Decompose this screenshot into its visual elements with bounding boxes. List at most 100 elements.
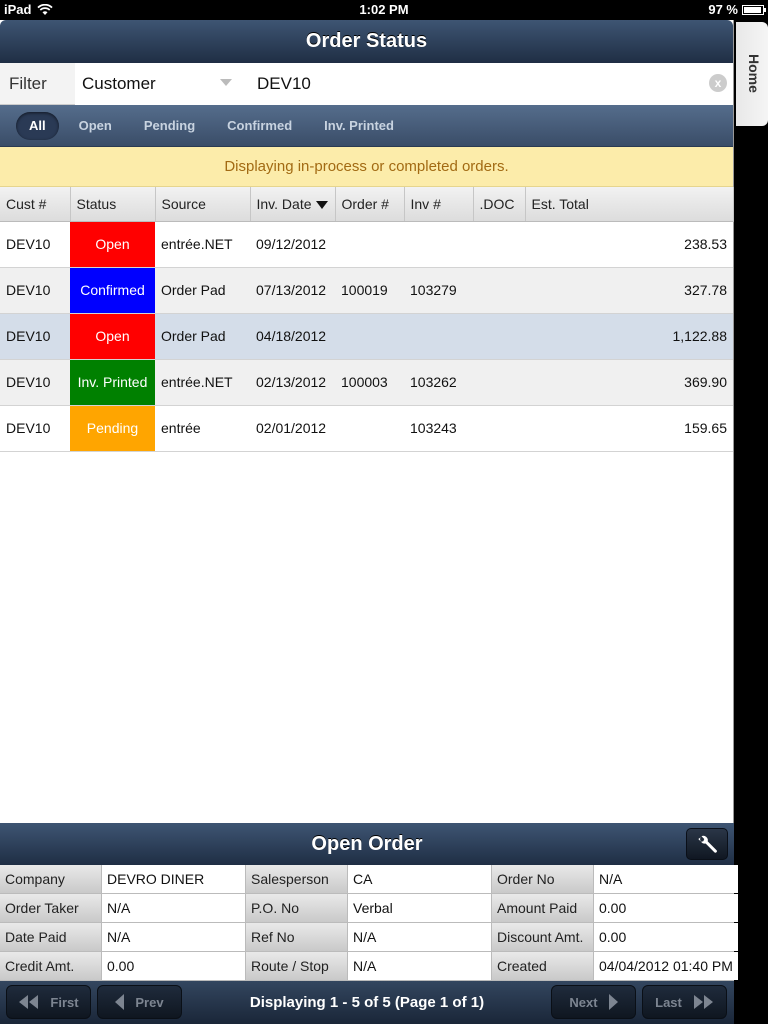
table-row[interactable]: DEV10 Inv. Printed entrée.NET 02/13/2012 100… [0, 359, 733, 406]
detail-title-text: Open Order [311, 833, 423, 855]
orders-table: Cust # Status Source Inv. Date Order # I… [0, 187, 734, 452]
segment-open[interactable]: Open [63, 112, 128, 140]
prev-page-button[interactable]: Prev [97, 985, 182, 1019]
last-page-button[interactable]: Last [642, 985, 727, 1019]
chevron-left-icon [115, 994, 125, 1010]
column-header-order[interactable]: Order # [335, 187, 405, 222]
filter-bar: Filter Customer DEV10 x [0, 62, 733, 105]
filter-value-text: DEV10 [257, 73, 311, 93]
cell-doc [473, 313, 525, 360]
order-status-panel: Order Status Filter Customer DEV10 x All… [0, 20, 738, 1024]
table-row[interactable]: DEV10 Confirmed Order Pad 07/13/2012 100019 1… [0, 267, 733, 314]
detail-value: 0.00 [594, 894, 738, 922]
column-header-status[interactable]: Status [70, 187, 156, 222]
double-chevron-left-icon [19, 995, 39, 1009]
column-header-inv-date-label: Inv. Date [256, 195, 312, 212]
cell-source: entrée.NET [155, 221, 250, 268]
detail-value: N/A [102, 923, 245, 951]
cell-inv-date: 04/18/2012 [250, 313, 335, 360]
segment-confirmed[interactable]: Confirmed [211, 112, 308, 140]
table-row[interactable]: DEV10 Pending entrée 02/01/2012 103243 159.65 [0, 405, 733, 452]
cell-cust: DEV10 [0, 267, 70, 314]
cell-doc [473, 359, 525, 406]
detail-label: Amount Paid [492, 894, 593, 922]
cell-est-total: 238.53 [525, 221, 733, 268]
cell-doc [473, 405, 525, 452]
cell-doc [473, 267, 525, 314]
detail-label: Date Paid [0, 923, 101, 951]
battery-icon [742, 4, 766, 15]
cell-source: Order Pad [155, 267, 250, 314]
filter-field-select[interactable]: Customer [75, 62, 240, 105]
cell-order [335, 313, 404, 360]
detail-value: N/A [102, 894, 245, 922]
cell-source: entrée.NET [155, 359, 250, 406]
cell-est-total: 369.90 [525, 359, 733, 406]
cell-status: Open [70, 313, 155, 360]
detail-value: N/A [348, 952, 491, 980]
cell-est-total: 159.65 [525, 405, 733, 452]
chevron-down-icon [220, 78, 232, 86]
detail-value: DEVRO DINER [102, 865, 245, 893]
double-chevron-right-icon [693, 995, 713, 1009]
info-banner: Displaying in-process or completed order… [0, 147, 733, 187]
cell-inv-date: 09/12/2012 [250, 221, 335, 268]
cell-inv [404, 221, 473, 268]
detail-label: Credit Amt. [0, 952, 101, 980]
status-bar: iPad 1:02 PM 97 % [0, 0, 768, 20]
detail-value: N/A [348, 923, 491, 951]
detail-value: 0.00 [594, 923, 738, 951]
cell-inv: 103262 [404, 359, 473, 406]
segment-pending[interactable]: Pending [128, 112, 211, 140]
clear-icon[interactable]: x [709, 73, 727, 92]
table-row[interactable]: DEV10 Open entrée.NET 09/12/2012 238.53 [0, 221, 733, 268]
detail-grid: Company DEVRO DINER Salesperson CA Order No N… [0, 865, 738, 981]
detail-label: Ref No [246, 923, 347, 951]
table-row[interactable]: DEV10 Open Order Pad 04/18/2012 1,122.88 [0, 313, 733, 360]
cell-cust: DEV10 [0, 221, 70, 268]
detail-label: Salesperson [246, 865, 347, 893]
column-header-inv-date[interactable]: Inv. Date [250, 187, 336, 222]
detail-value: N/A [594, 865, 738, 893]
detail-label: Discount Amt. [492, 923, 593, 951]
cell-doc [473, 221, 525, 268]
filter-field-value: Customer [82, 73, 156, 93]
cell-status: Inv. Printed [70, 359, 155, 406]
column-header-cust[interactable]: Cust # [0, 187, 71, 222]
status-filter-segments: All Open Pending Confirmed Inv. Printed [0, 105, 733, 147]
segment-inv-printed[interactable]: Inv. Printed [308, 112, 410, 140]
next-label: Next [569, 994, 598, 1010]
cell-order [335, 405, 404, 452]
cell-est-total: 327.78 [525, 267, 733, 314]
cell-status: Open [70, 221, 155, 268]
cell-cust: DEV10 [0, 405, 70, 452]
chevron-right-icon [608, 994, 618, 1010]
cell-order: 100003 [335, 359, 404, 406]
filter-label: Filter [9, 73, 47, 93]
column-header-source[interactable]: Source [155, 187, 251, 222]
next-page-button[interactable]: Next [551, 985, 636, 1019]
detail-value: 0.00 [102, 952, 245, 980]
filter-value-input[interactable]: DEV10 x [240, 62, 733, 105]
detail-label: Route / Stop [246, 952, 347, 980]
home-tab[interactable]: Home [736, 22, 768, 126]
cell-inv-date: 07/13/2012 [250, 267, 335, 314]
settings-button[interactable] [686, 828, 728, 860]
first-page-button[interactable]: First [6, 985, 91, 1019]
detail-label: Created [492, 952, 593, 980]
cell-source: entrée [155, 405, 250, 452]
cell-est-total: 1,122.88 [525, 313, 733, 360]
last-label: Last [655, 994, 682, 1010]
column-header-doc[interactable]: .DOC [473, 187, 526, 222]
column-header-inv[interactable]: Inv # [404, 187, 474, 222]
order-detail-panel: Open Order Company DEVRO DINER Salesperson… [0, 823, 738, 981]
pagination-bar: First Prev Displaying 1 - 5 of 5 (Page 1… [0, 981, 734, 1024]
column-header-est-total[interactable]: Est. Total [525, 187, 734, 222]
cell-inv: 103243 [404, 405, 473, 452]
detail-label: P.O. No [246, 894, 347, 922]
clock: 1:02 PM [359, 2, 409, 17]
first-label: First [50, 994, 79, 1010]
segment-all[interactable]: All [16, 111, 59, 140]
cell-order: 100019 [335, 267, 404, 314]
cell-inv-date: 02/01/2012 [250, 405, 335, 452]
